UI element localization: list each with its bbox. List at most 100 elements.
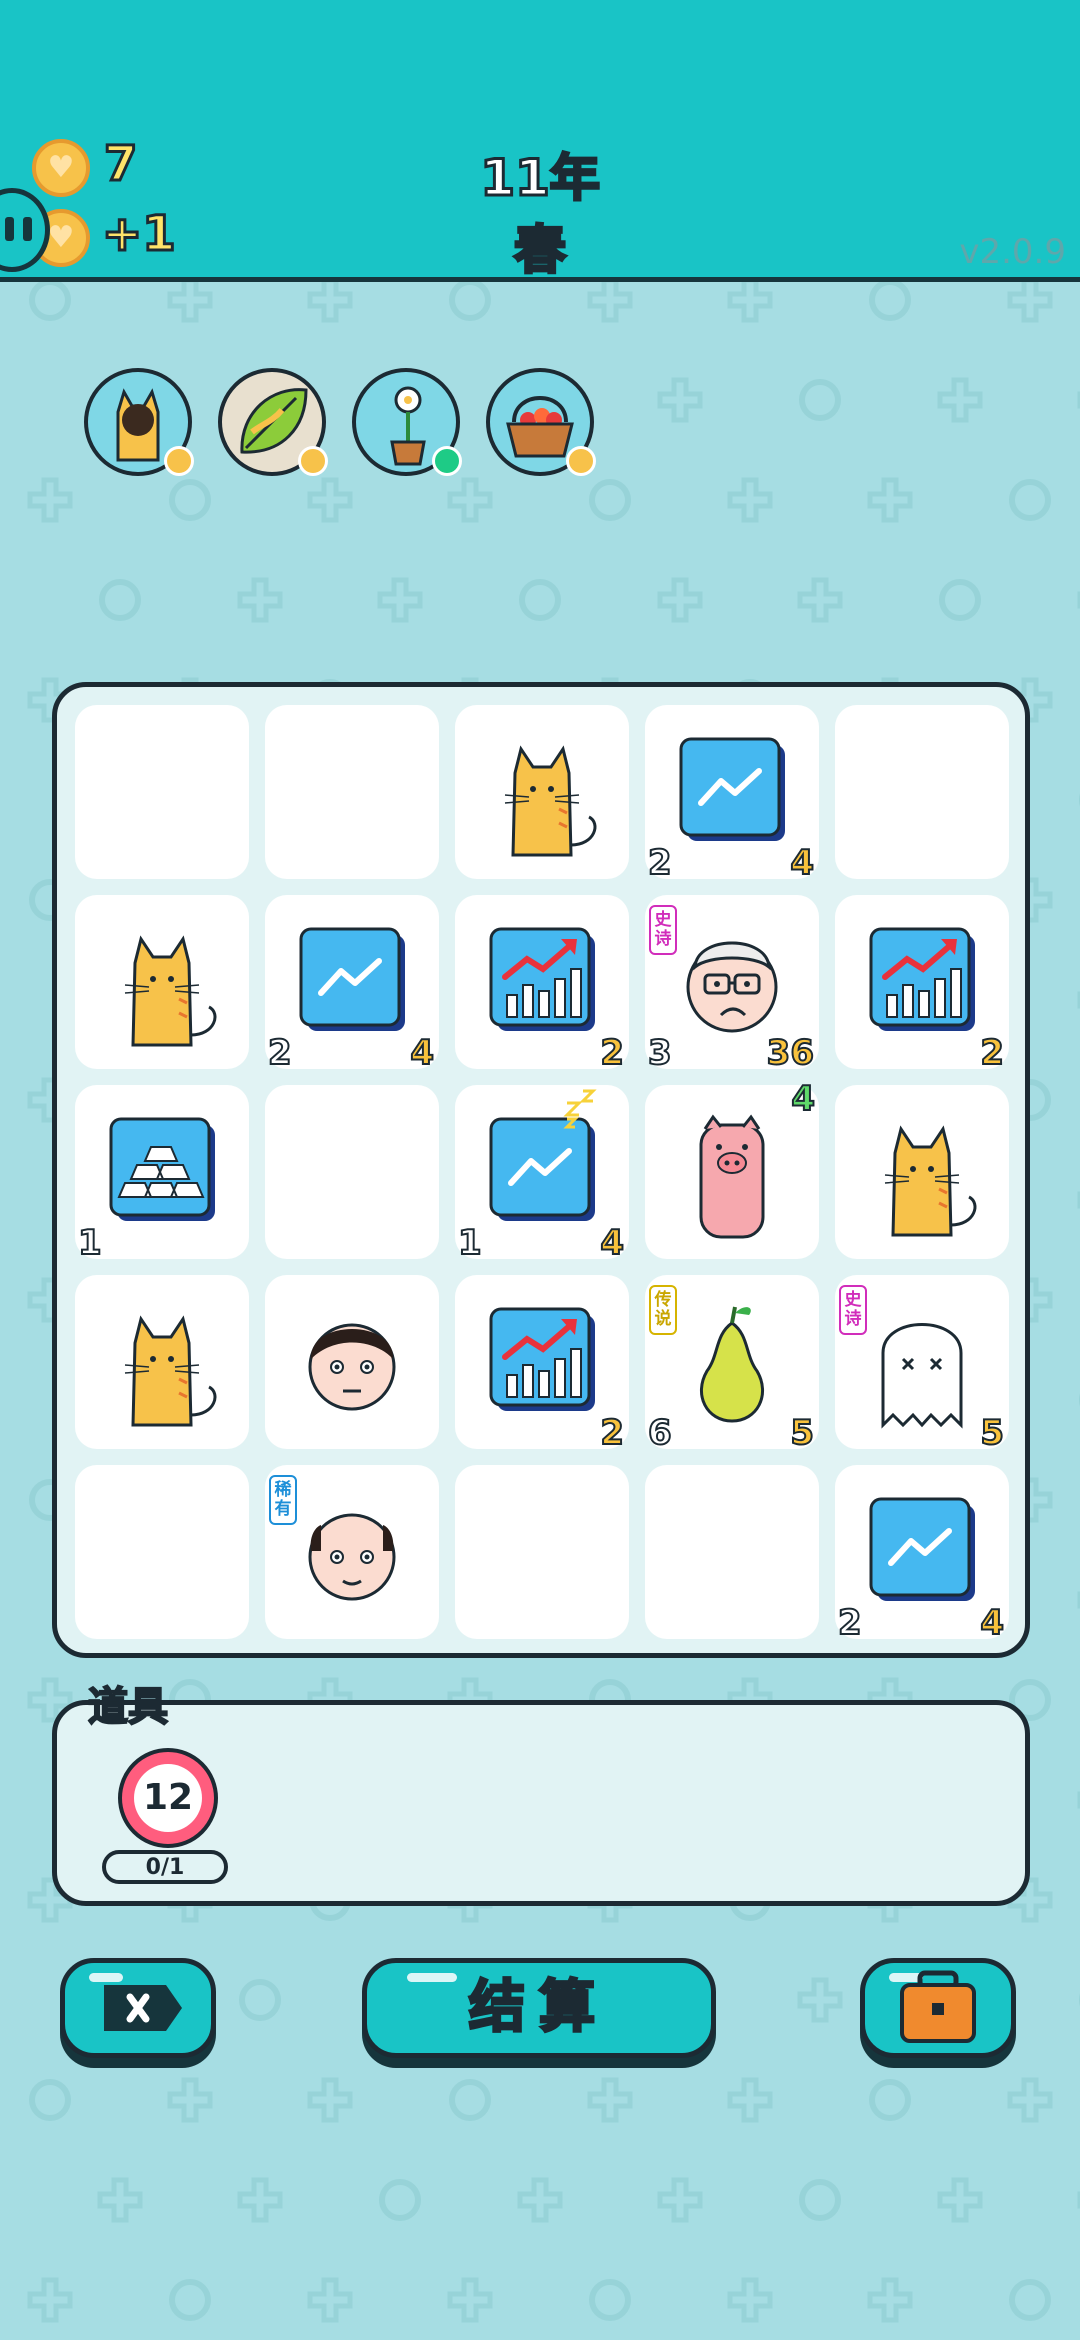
cell-counter: 1 (457, 1222, 483, 1264)
board-cell[interactable]: 24 (265, 895, 439, 1074)
cell-counter: 2 (647, 842, 673, 884)
background-pattern-shape (1007, 2077, 1053, 2123)
background-pattern-shape (727, 277, 773, 323)
version-label: v2.0.9 (959, 232, 1066, 272)
background-pattern-shape (587, 277, 633, 323)
cell-value: 4 (599, 1222, 625, 1264)
cell-value: 2 (599, 1032, 625, 1074)
target-item-icon[interactable]: 12 (118, 1748, 218, 1848)
man-face-icon (308, 1323, 396, 1411)
settle-button[interactable]: 结算 (362, 1958, 716, 2058)
background-pattern-shape (169, 2279, 211, 2321)
background-pattern-shape (99, 579, 141, 621)
background-pattern-shape (799, 2179, 841, 2221)
cell-counter: 3 (647, 1032, 673, 1074)
background-pattern-shape (377, 577, 423, 623)
background-pattern-shape (307, 477, 353, 523)
background-pattern-shape (657, 2177, 703, 2223)
board-cell[interactable] (75, 1275, 249, 1449)
cell-value: 2 (599, 1412, 625, 1454)
board-cell[interactable]: 史诗 3 36 (645, 895, 819, 1074)
background-pattern-shape (97, 2177, 143, 2223)
coin-income: +1 (101, 205, 178, 264)
background-pattern-shape (867, 477, 913, 523)
coin-count: 7 (102, 135, 138, 194)
relic-flower-pot[interactable] (352, 368, 462, 476)
props-title: 道具 (87, 1683, 169, 1731)
board-cell[interactable]: 24 (645, 705, 819, 884)
background-pattern-shape (307, 2277, 353, 2323)
background-pattern-shape (869, 279, 911, 321)
exit-button[interactable] (60, 1958, 216, 2058)
board-cell[interactable] (265, 705, 439, 879)
board-cell[interactable] (265, 1085, 439, 1259)
board-cell[interactable]: 2 (835, 895, 1009, 1074)
rarity-tag: 稀有 (269, 1475, 297, 1525)
cat-icon (124, 935, 217, 1047)
background-pattern-shape (589, 479, 631, 521)
background-pattern-shape (939, 579, 981, 621)
cell-value: 4 (789, 842, 815, 884)
background-pattern-shape (449, 2079, 491, 2121)
board-cell[interactable]: 14 (455, 1085, 629, 1264)
background-pattern-shape (379, 2179, 421, 2221)
board-cell[interactable] (645, 1465, 819, 1639)
board-cell[interactable]: 2 (455, 1275, 629, 1454)
pause-icon (23, 217, 32, 241)
relic-cat[interactable] (84, 368, 194, 476)
background-pattern-shape (1007, 277, 1053, 323)
board-cell[interactable] (835, 1085, 1009, 1259)
board-cell[interactable]: 2 (455, 895, 629, 1074)
background-pattern-shape (237, 577, 283, 623)
background-pattern-shape (727, 477, 773, 523)
close-tag-icon (104, 1985, 182, 2031)
board-cell[interactable]: 1 (75, 1085, 249, 1264)
cell-counter: 6 (647, 1412, 673, 1454)
board-cell[interactable] (75, 705, 249, 879)
top-bar: 7 +1 11年 春 v2.0.9 (0, 0, 1080, 283)
board-cell[interactable] (265, 1275, 439, 1449)
board-cell[interactable] (75, 895, 249, 1069)
board-cell[interactable] (455, 1465, 629, 1639)
rarity-tag: 史诗 (839, 1285, 867, 1335)
background-pattern-shape (727, 2277, 773, 2323)
pause-icon (5, 217, 14, 241)
board-cell[interactable]: 传说 6 5 (645, 1275, 819, 1454)
background-pattern-shape (167, 277, 213, 323)
board-cell[interactable]: 史诗 5 (835, 1275, 1009, 1454)
background-pattern-shape (867, 2277, 913, 2323)
background-pattern-shape (29, 279, 71, 321)
background-pattern-shape (797, 1977, 843, 2023)
background-pattern-shape (29, 2079, 71, 2121)
board-cell[interactable] (75, 1465, 249, 1639)
background-pattern-shape (517, 2177, 563, 2223)
board-cell[interactable] (835, 705, 1009, 879)
cell-value: 4 (409, 1032, 435, 1074)
background-pattern-shape (1009, 479, 1051, 521)
background-pattern-shape (869, 2079, 911, 2121)
background-pattern-shape (27, 2277, 73, 2323)
board-cell[interactable]: 4 (645, 1078, 819, 1259)
background-pattern-shape (237, 2177, 283, 2223)
board-cell[interactable]: 24 (835, 1465, 1009, 1644)
board-cell[interactable]: 稀有 (265, 1465, 439, 1639)
rarity-tag: 传说 (649, 1285, 677, 1335)
background-pattern-shape (447, 2277, 493, 2323)
cell-value: 2 (979, 1032, 1005, 1074)
background-pattern-shape (169, 479, 211, 521)
background-pattern-shape (799, 379, 841, 421)
cat-icon (504, 745, 597, 857)
background-pattern-shape (937, 2177, 983, 2223)
cell-value: 36 (766, 1032, 815, 1074)
season-label: 春 (512, 220, 567, 283)
board-cell[interactable] (455, 705, 629, 879)
year-label: 11年 (479, 148, 602, 209)
coin-badge-icon (298, 446, 328, 476)
relic-fruit-basket[interactable] (486, 368, 596, 476)
bag-button[interactable] (860, 1958, 1016, 2058)
background-pattern-shape (449, 279, 491, 321)
rarity-tag: 史诗 (649, 905, 677, 955)
background-pattern-shape (239, 1979, 281, 2021)
background-pattern-shape (307, 2077, 353, 2123)
relic-leaf[interactable] (218, 368, 328, 476)
